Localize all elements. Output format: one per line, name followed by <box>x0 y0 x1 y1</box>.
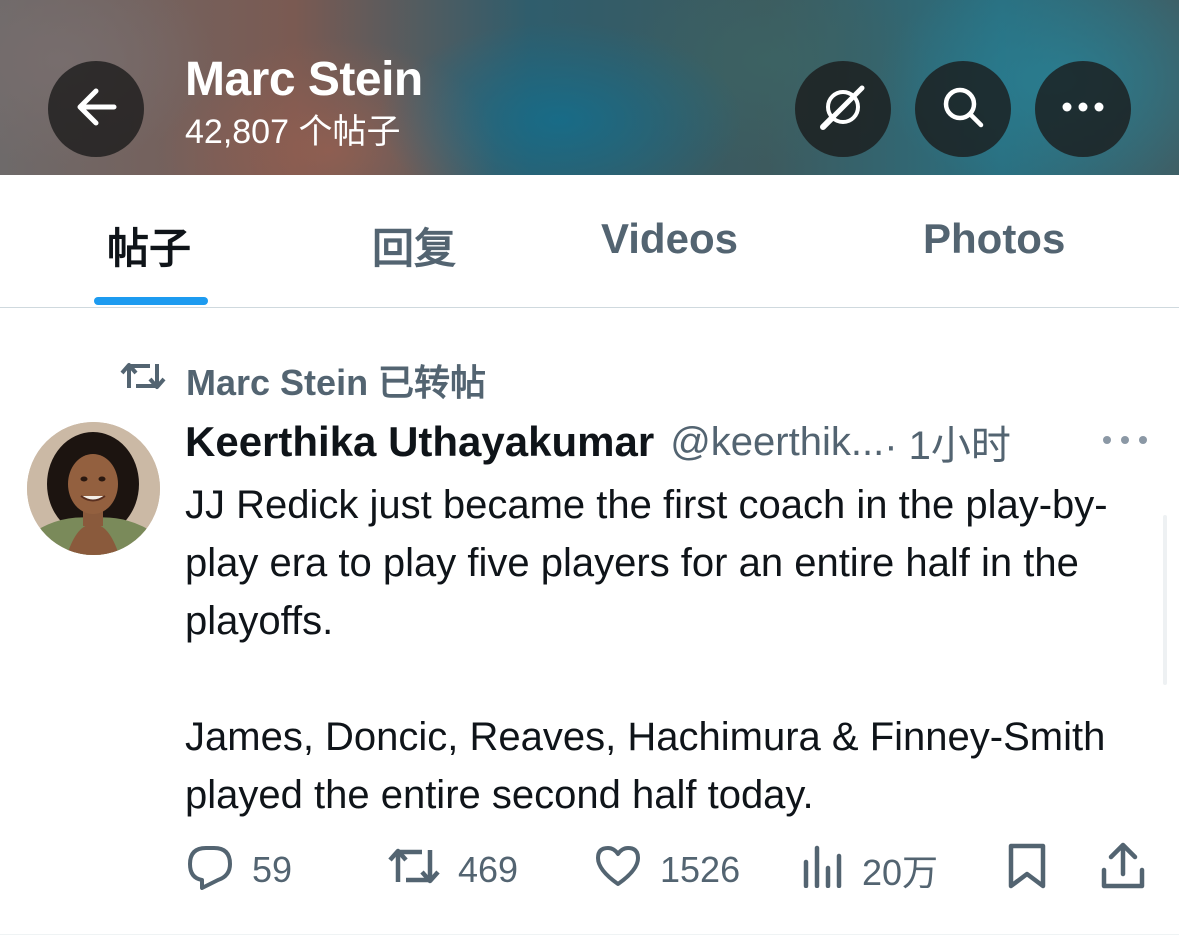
repost-context[interactable]: Marc Stein 已转帖 <box>120 358 486 403</box>
tweet-more-button[interactable] <box>1100 428 1150 452</box>
bookmark-icon <box>1005 842 1049 899</box>
reply-count: 59 <box>252 849 293 890</box>
views-button[interactable]: 20万 <box>800 840 938 900</box>
active-tab-indicator <box>94 297 208 305</box>
tab-photos[interactable]: Photos <box>923 215 1065 263</box>
profile-name: Marc Stein <box>185 53 423 106</box>
profile-header: Marc Stein 42,807 个帖子 <box>0 0 1179 175</box>
share-icon <box>1099 842 1147 899</box>
reply-button[interactable]: 59 <box>186 840 292 900</box>
repost-icon <box>120 359 166 401</box>
back-button[interactable] <box>48 61 144 157</box>
arrow-left-icon <box>74 87 118 132</box>
views-icon <box>800 844 844 897</box>
share-button[interactable] <box>1099 840 1147 900</box>
scrollbar[interactable] <box>1163 515 1167 685</box>
more-horizontal-icon <box>1061 100 1105 118</box>
profile-tabs: 帖子 回复 Videos Photos <box>0 175 1179 308</box>
search-icon <box>939 83 987 136</box>
more-button[interactable] <box>1035 61 1131 157</box>
divider <box>0 934 1179 935</box>
repost-count: 469 <box>458 849 519 890</box>
repost-label: Marc Stein 已转帖 <box>186 362 487 403</box>
author-handle[interactable]: @keerthik... <box>670 420 884 465</box>
tweet-author-line: Keerthika Uthayakumar @keerthik... · 1小时 <box>185 416 1145 468</box>
search-button[interactable] <box>915 61 1011 157</box>
reply-icon <box>186 842 234 899</box>
tab-videos[interactable]: Videos <box>601 215 738 263</box>
author-name[interactable]: Keerthika Uthayakumar <box>185 418 654 466</box>
bookmark-button[interactable] <box>1005 840 1049 900</box>
repost-icon <box>388 844 440 897</box>
heart-icon <box>594 844 642 897</box>
more-horizontal-icon <box>1100 436 1150 456</box>
repost-button[interactable]: 469 <box>388 840 518 900</box>
grok-button[interactable] <box>795 61 891 157</box>
tweet-time[interactable]: · 1小时 <box>884 413 1011 471</box>
view-count: 20万 <box>862 852 939 893</box>
post-count: 42,807 个帖子 <box>185 113 401 151</box>
tab-replies[interactable]: 回复 <box>372 215 456 276</box>
tweet-text: JJ Redick just became the first coach in… <box>185 483 1108 817</box>
like-button[interactable]: 1526 <box>594 840 740 900</box>
tab-posts[interactable]: 帖子 <box>107 215 191 276</box>
like-count: 1526 <box>660 849 741 890</box>
grok-icon <box>819 83 867 136</box>
avatar[interactable] <box>27 422 160 555</box>
tweet-actions: 59 469 1526 20万 <box>0 840 1179 900</box>
